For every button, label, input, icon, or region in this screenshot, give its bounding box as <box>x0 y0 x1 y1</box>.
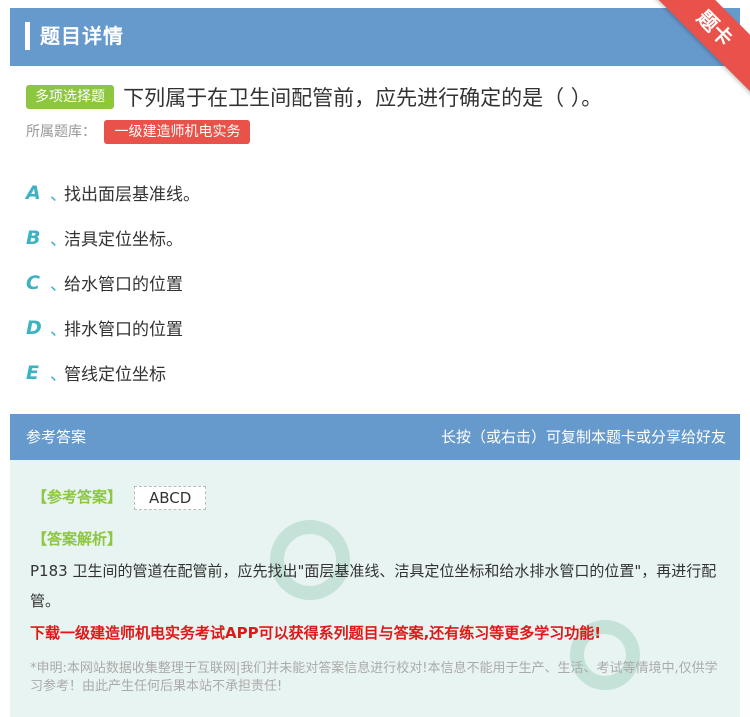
option-text: 洁具定位坐标。 <box>64 230 183 250</box>
analysis-label: 【答案解析】 <box>32 530 123 548</box>
option-text: 排水管口的位置 <box>64 320 183 340</box>
option-text: 管线定位坐标 <box>64 365 166 385</box>
option-c[interactable]: C 、 给水管口的位置 <box>26 260 726 305</box>
option-text: 找出面层基准线。 <box>64 185 200 205</box>
option-separator: 、 <box>50 185 67 205</box>
option-letter: B <box>26 226 41 249</box>
option-d[interactable]: D 、 排水管口的位置 <box>26 305 726 350</box>
analysis-text: P183 卫生间的管道在配管前，应先找出"面层基准线、洁具定位坐标和给水排水管口… <box>30 562 717 610</box>
option-text: 给水管口的位置 <box>64 275 183 295</box>
option-a[interactable]: A 、 找出面层基准线。 <box>26 170 726 215</box>
option-separator: 、 <box>50 275 67 295</box>
answer-label: 【参考答案】 <box>32 488 123 506</box>
option-list: A 、 找出面层基准线。 B 、 洁具定位坐标。 C 、 给水管口的位置 D 、… <box>26 170 726 395</box>
option-letter: A <box>26 181 41 204</box>
share-hint: 长按（或右击）可复制本题卡或分享给好友 <box>440 428 726 446</box>
option-separator: 、 <box>50 365 67 385</box>
option-separator: 、 <box>50 230 67 250</box>
bank-label: 所属题库： <box>26 124 96 140</box>
bank-name-badge[interactable]: 一级建造师机电实务 <box>104 120 251 144</box>
option-b[interactable]: B 、 洁具定位坐标。 <box>26 215 726 260</box>
disclaimer-text: *申明:本网站数据收集整理于互联网|我们并未能对答案信息进行校对!本信息不能用于… <box>30 661 718 694</box>
question-card-ribbon[interactable]: 题卡 <box>647 0 750 96</box>
question-stem: 多项选择题 下列属于在卫生间配管前，应先进行确定的是（ ）。 <box>26 82 736 112</box>
question-type-badge: 多项选择题 <box>26 85 114 109</box>
option-e[interactable]: E 、 管线定位坐标 <box>26 350 726 395</box>
answer-section-title: 参考答案 <box>26 428 87 446</box>
option-letter: C <box>26 271 40 294</box>
option-letter: D <box>26 316 42 339</box>
page-title: 题目详情 <box>40 24 124 48</box>
option-letter: E <box>26 361 39 384</box>
option-separator: 、 <box>50 320 67 340</box>
question-text: 下列属于在卫生间配管前，应先进行确定的是（ ）。 <box>123 86 603 110</box>
app-download-promo[interactable]: 下载一级建造师机电实务考试APP可以获得系列题目与答案,还有练习等更多学习功能! <box>30 622 601 643</box>
header-accent-bar <box>25 22 30 50</box>
answer-value: ABCD <box>134 486 207 510</box>
question-bank: 所属题库： 一级建造师机电实务 <box>26 120 251 144</box>
answer-section-header: 参考答案 长按（或右击）可复制本题卡或分享给好友 <box>10 414 740 460</box>
answer-panel: 【参考答案】 ABCD 【答案解析】 P183 卫生间的管道在配管前，应先找出"… <box>10 460 740 717</box>
